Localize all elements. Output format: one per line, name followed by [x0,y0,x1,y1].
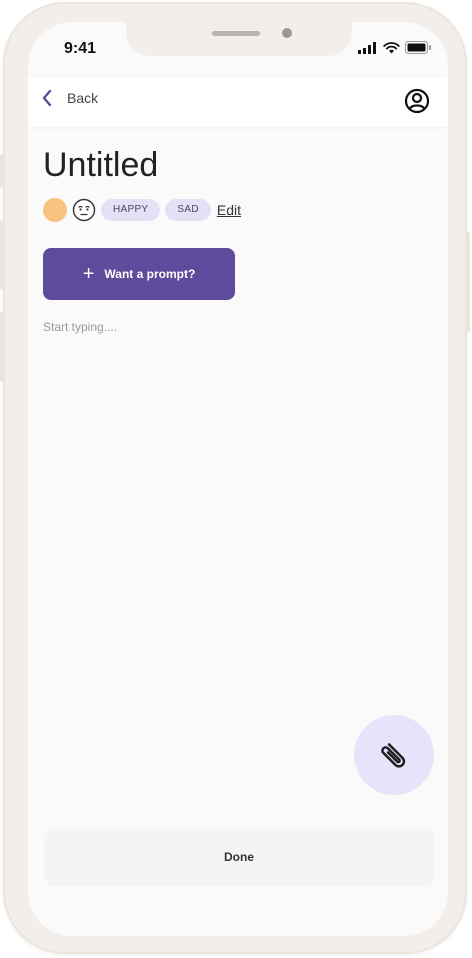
signal-icon [358,41,376,54]
status-time: 9:41 [64,40,97,57]
paperclip-icon [381,743,406,768]
battery-icon [405,41,431,54]
top-nav: Back [28,77,448,127]
phone-frame: 9:41 Back Untitled HAPPY SAD Edit + Want… [0,2,470,954]
status-bar: 9:41 [28,22,448,72]
editor-placeholder: Start typing.... [43,320,118,334]
phone-power-button [466,232,470,332]
phone-volume-up-button [0,220,4,290]
neutral-face-icon [72,198,96,222]
front-camera [282,28,292,38]
attach-button[interactable] [354,715,434,795]
want-prompt-label: Want a prompt? [104,267,196,281]
status-icons [358,41,432,54]
plus-icon: + [82,262,95,285]
mood-color-dot [43,198,67,222]
tag-chip[interactable]: SAD [165,199,211,221]
mood-tags-row: HAPPY SAD Edit [43,198,241,222]
entry-title[interactable]: Untitled [43,146,158,185]
back-button[interactable]: Back [42,89,98,107]
want-prompt-button[interactable]: + Want a prompt? [43,248,235,300]
back-label: Back [67,90,99,106]
wifi-icon [383,41,400,53]
entry-text-editor[interactable]: Start typing.... [43,320,433,700]
speaker-grille [212,31,260,36]
chevron-left-icon [42,89,52,107]
tag-chip[interactable]: HAPPY [101,199,161,221]
edit-tags-link[interactable]: Edit [217,202,241,218]
phone-volume-down-button [0,312,4,382]
app-screen: 9:41 Back Untitled HAPPY SAD Edit + Want… [28,22,448,936]
notch [126,22,352,56]
user-circle-icon[interactable] [404,88,430,114]
phone-side-button [0,154,4,188]
done-button[interactable]: Done [44,828,434,886]
done-label: Done [224,850,254,864]
